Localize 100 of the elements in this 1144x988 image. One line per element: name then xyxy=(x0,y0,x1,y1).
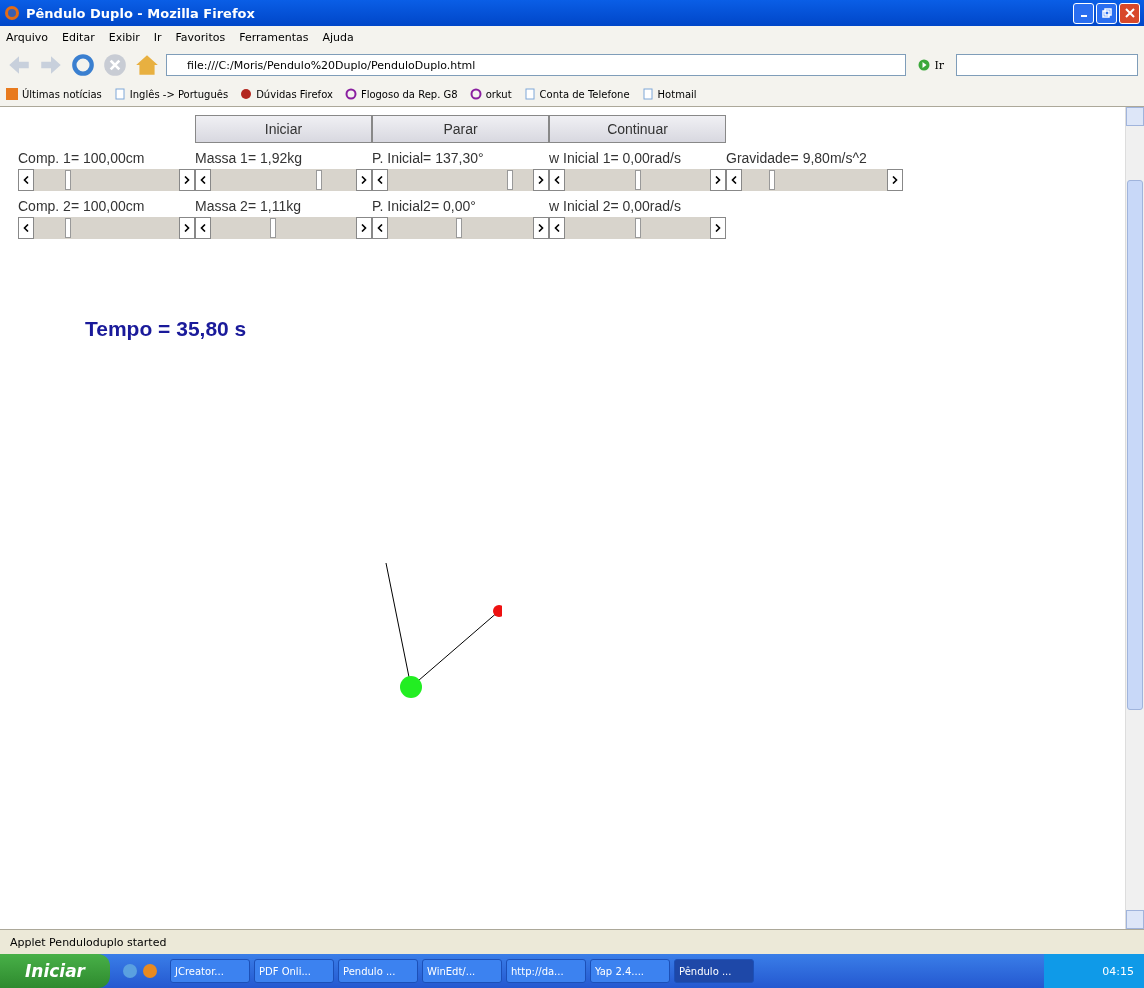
chevron-left-icon xyxy=(554,176,560,184)
scrollbar-slider[interactable] xyxy=(18,169,195,191)
minimize-icon xyxy=(1080,15,1087,17)
slider-thumb[interactable] xyxy=(769,170,775,190)
scroll-right-button[interactable] xyxy=(887,169,903,191)
chevron-right-icon xyxy=(715,224,721,232)
scrollbar-slider[interactable] xyxy=(195,217,372,239)
scroll-right-button[interactable] xyxy=(179,217,195,239)
applet-button[interactable]: Iniciar xyxy=(195,115,372,143)
taskbar-button[interactable]: Pendulo ... xyxy=(338,959,418,983)
page-icon xyxy=(641,88,654,100)
slider-thumb[interactable] xyxy=(315,170,322,190)
parameter-label: Gravidade= 9,80m/s^2 xyxy=(726,149,868,168)
menu-item[interactable]: Ferramentas xyxy=(239,30,309,44)
go-button[interactable]: Ir xyxy=(912,57,950,73)
time-readout: Tempo = 35,80 s xyxy=(85,317,248,341)
applet-button[interactable]: Continuar xyxy=(549,115,726,143)
quick-launch-icon[interactable] xyxy=(142,963,158,979)
bookmark-item[interactable]: Flogoso da Rep. G8 xyxy=(344,88,458,100)
search-field[interactable] xyxy=(956,54,1138,76)
slider-thumb[interactable] xyxy=(634,170,641,190)
minimize-button[interactable] xyxy=(1073,2,1094,24)
bug-icon xyxy=(240,88,253,100)
chevron-left-icon xyxy=(554,224,560,232)
slider-thumb[interactable] xyxy=(64,170,71,190)
quick-launch-icon[interactable] xyxy=(122,963,138,979)
ring-icon xyxy=(469,88,482,100)
window-title: Pêndulo Duplo - Mozilla Firefox xyxy=(26,5,256,21)
taskbar-button[interactable]: PDF Onli... xyxy=(254,959,334,983)
slider-thumb[interactable] xyxy=(634,218,641,238)
taskbar-button[interactable]: WinEdt/... xyxy=(422,959,502,983)
parameter-label: P. Inicial= 137,30° xyxy=(372,149,485,168)
scrollbar-slider[interactable] xyxy=(372,169,549,191)
bookmark-item[interactable]: Hotmail xyxy=(641,88,697,100)
slider-thumb[interactable] xyxy=(64,218,71,238)
scroll-left-button[interactable] xyxy=(549,217,565,239)
taskbar-button[interactable]: Yap 2.4.... xyxy=(590,959,670,983)
close-button[interactable] xyxy=(1119,2,1140,24)
scrollbar-slider[interactable] xyxy=(549,217,726,239)
parameter-label: w Inicial 1= 0,00rad/s xyxy=(549,149,682,168)
scroll-right-button[interactable] xyxy=(179,169,195,191)
chevron-left-icon xyxy=(200,176,206,184)
applet-button[interactable]: Parar xyxy=(372,115,549,143)
maximize-button[interactable] xyxy=(1096,2,1117,24)
scrollbar-slider[interactable] xyxy=(195,169,372,191)
scroll-left-button[interactable] xyxy=(195,169,211,191)
bookmark-item[interactable]: orkut xyxy=(469,88,512,100)
scroll-left-button[interactable] xyxy=(18,169,34,191)
chevron-left-icon xyxy=(23,224,29,232)
menu-item[interactable]: Favoritos xyxy=(175,30,226,44)
chevron-right-icon xyxy=(715,176,721,184)
chevron-left-icon xyxy=(731,176,737,184)
scroll-left-button[interactable] xyxy=(195,217,211,239)
bookmark-item[interactable]: Inglês -> Português xyxy=(113,88,229,100)
taskbar-button[interactable]: Pêndulo ... xyxy=(674,959,754,983)
taskbar-button[interactable]: http://da... xyxy=(506,959,586,983)
menu-item[interactable]: Exibir xyxy=(108,30,140,44)
bookmark-item[interactable]: Conta de Telefone xyxy=(523,88,630,100)
scroll-right-button[interactable] xyxy=(533,217,549,239)
slider-thumb[interactable] xyxy=(455,218,462,238)
scroll-right-button[interactable] xyxy=(356,169,372,191)
scrollbar-slider[interactable] xyxy=(372,217,549,239)
menu-item[interactable]: Arquivo xyxy=(6,30,49,44)
menu-item[interactable]: Ajuda xyxy=(322,30,354,44)
scroll-right-button[interactable] xyxy=(533,169,549,191)
scroll-right-button[interactable] xyxy=(710,217,726,239)
clock: 04:15 xyxy=(1102,964,1134,978)
chevron-right-icon xyxy=(361,176,367,184)
menu-item[interactable]: Ir xyxy=(153,30,162,44)
vertical-scrollbar[interactable] xyxy=(1125,107,1144,929)
scrollbar-slider[interactable] xyxy=(18,217,195,239)
scroll-left-button[interactable] xyxy=(372,169,388,191)
bookmark-item[interactable]: Últimas notícias xyxy=(6,88,102,100)
ring-icon xyxy=(344,88,357,100)
taskbar-button[interactable]: JCreator... xyxy=(170,959,250,983)
parameter-label: Comp. 1= 100,00cm xyxy=(18,149,146,168)
chevron-left-icon xyxy=(23,176,29,184)
slider-thumb[interactable] xyxy=(507,170,514,190)
bookmark-item[interactable]: Dúvidas Firefox xyxy=(240,88,333,100)
scroll-left-button[interactable] xyxy=(726,169,742,191)
scroll-left-button[interactable] xyxy=(372,217,388,239)
scrollbar-slider[interactable] xyxy=(549,169,726,191)
reload-icon[interactable] xyxy=(70,52,96,78)
page-icon xyxy=(113,88,126,100)
scroll-right-button[interactable] xyxy=(356,217,372,239)
scrollbar-slider[interactable] xyxy=(726,169,903,191)
firefox-icon xyxy=(4,5,20,21)
chevron-right-icon xyxy=(892,176,898,184)
page-icon xyxy=(523,88,536,100)
scroll-left-button[interactable] xyxy=(18,217,34,239)
menu-item[interactable]: Editar xyxy=(62,30,95,44)
restore-icon xyxy=(1101,8,1112,18)
chevron-right-icon xyxy=(361,224,367,232)
slider-thumb[interactable] xyxy=(269,218,276,238)
parameter-label: Massa 1= 1,92kg xyxy=(195,149,303,168)
start-button[interactable]: Iniciar xyxy=(0,954,110,988)
scroll-right-button[interactable] xyxy=(710,169,726,191)
scroll-left-button[interactable] xyxy=(549,169,565,191)
chevron-left-icon xyxy=(377,224,383,232)
address-field[interactable]: file:///C:/Moris/Pendulo%20Duplo/PenduloDuplo.html xyxy=(166,54,907,76)
